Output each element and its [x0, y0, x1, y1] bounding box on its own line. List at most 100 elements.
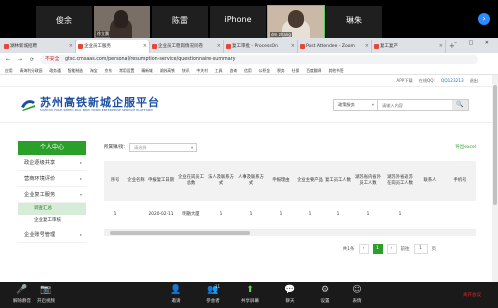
bookmark-item[interactable]: 工具: [215, 66, 223, 74]
window-controls[interactable]: – □ ✕: [454, 40, 494, 46]
control-label: 开启视频: [37, 299, 55, 304]
tab-title: 复工审批 - ProcessOn: [232, 44, 278, 49]
security-warning[interactable]: 不安全: [45, 57, 59, 62]
scrollbar-thumb[interactable]: [110, 230, 250, 235]
chevron-down-icon: ▾: [79, 192, 82, 197]
next-participants-button[interactable]: ›: [478, 13, 490, 25]
tab-title: Post Attendee - Zoom: [306, 44, 355, 49]
prev-page-button[interactable]: ‹: [358, 243, 369, 254]
share-screen-button[interactable]: ⬆ 共享屏幕: [230, 285, 270, 304]
table-horizontal-scrollbar[interactable]: [104, 229, 476, 236]
bookmark-item[interactable]: 湖苏高铁: [160, 66, 175, 74]
participant-tile[interactable]: 琳朱: [326, 6, 382, 38]
tab-title: 复工复产: [380, 44, 398, 49]
reload-icon[interactable]: ⟳: [28, 57, 36, 63]
platform-logo-icon: [21, 100, 35, 111]
bookmark-item[interactable]: 公积金: [259, 66, 270, 74]
sidebar-item-label: 企业账号管理: [24, 232, 56, 238]
video-person-head: [288, 10, 304, 28]
app-download-link[interactable]: APP下载: [396, 78, 412, 84]
participant-label: 徐立晨: [96, 31, 110, 37]
sidebar-subitem[interactable]: 企业复工审核: [18, 215, 86, 227]
address-bar[interactable]: 不安全 gtsc.cmsaas.com/personal/resumption-…: [40, 55, 478, 64]
bookmark-item[interactable]: 政务通: [49, 66, 60, 74]
bookmark-item[interactable]: 常用设置: [119, 66, 134, 74]
tab-strip: 湖林新城招聘 × 企业员工服务 × 企业员工稳岗情况问卷 × 复工审批 - Proce…: [0, 38, 498, 53]
chat-button[interactable]: 💬 聊天: [270, 285, 310, 304]
bookmark-item[interactable]: 咨询: [229, 66, 237, 74]
goto-label: 前往: [400, 246, 410, 252]
next-page-button[interactable]: ›: [386, 243, 397, 254]
table-cell: 1: [296, 201, 324, 230]
participant-name: 俊余: [56, 16, 72, 25]
close-tab-icon[interactable]: ×: [217, 40, 221, 53]
bookmarks-bar: 应用 青海利分政园 政务通 智能制造 淘宝 京东 常用设置 精新城 湖苏高铁 快…: [0, 66, 498, 75]
forward-icon[interactable]: →: [16, 57, 24, 63]
table-cell: [126, 201, 146, 230]
bookmark-item[interactable]: 中关村: [197, 66, 208, 74]
table-cell: 1: [384, 201, 416, 230]
leave-meeting-button[interactable]: 离开会议: [452, 292, 492, 298]
browser-tab[interactable]: 复工复产 ×: [372, 40, 446, 53]
participant-tile[interactable]: 俊余: [36, 6, 92, 38]
town-select[interactable]: 请选择: [129, 142, 198, 152]
start-video-button[interactable]: 📷 开启视频: [26, 285, 66, 304]
back-icon[interactable]: ←: [4, 57, 12, 63]
reactions-button[interactable]: ☺ 表情: [337, 285, 377, 304]
column-header: 企业主要产品: [296, 161, 324, 201]
participants-button[interactable]: 👥 11 参会者: [193, 284, 233, 304]
sidebar-header[interactable]: 个人中心: [18, 141, 86, 155]
browser-tab[interactable]: Post Attendee - Zoom ×: [298, 40, 372, 53]
scrollbar-thumb[interactable]: [493, 85, 497, 205]
column-header: 联系人: [416, 161, 444, 201]
participant-name: 陈雷: [172, 16, 188, 25]
qq-link[interactable]: QQ123213: [441, 78, 464, 83]
column-header: 复工员工人数: [324, 161, 352, 201]
page-vertical-scrollbar[interactable]: [492, 75, 498, 282]
current-page-button[interactable]: 1: [372, 243, 383, 254]
search-input[interactable]: [378, 100, 452, 110]
bookmark-item[interactable]: 税务: [277, 66, 285, 74]
search-icon[interactable]: 🔍: [452, 100, 468, 110]
table-cell: 1: [352, 201, 384, 230]
participant-tile[interactable]: 陈雷: [152, 6, 208, 38]
bookmark-item[interactable]: 百度翻译: [306, 66, 321, 74]
bookmark-item[interactable]: 其他书签: [328, 66, 343, 74]
bookmark-item[interactable]: 快讯: [182, 66, 190, 74]
table-cell: 1: [324, 201, 352, 230]
bookmark-item[interactable]: 社保: [292, 66, 300, 74]
participant-name: 琳朱: [346, 16, 362, 25]
search-category-select[interactable]: 政策服务: [334, 100, 378, 110]
close-tab-icon[interactable]: ×: [143, 40, 147, 53]
participant-tile-video-active[interactable]: dm zhang: [267, 5, 325, 39]
bookmark-item[interactable]: 淘宝: [90, 66, 98, 74]
sidebar-item[interactable]: 营商环境评价 ▸: [18, 171, 86, 187]
logout-link[interactable]: 退出: [470, 78, 478, 84]
browser-tab[interactable]: 企业员工稳岗情况问卷 ×: [150, 40, 224, 53]
bookmark-item[interactable]: 京东: [105, 66, 113, 74]
bookmark-item[interactable]: 精新城: [141, 66, 152, 74]
participant-tile-video[interactable]: 徐立晨: [94, 6, 150, 38]
browser-tab-active[interactable]: 企业员工服务 ×: [76, 40, 150, 53]
bookmark-item[interactable]: 信用: [244, 66, 252, 74]
invite-button[interactable]: 👤 邀请: [156, 285, 196, 304]
export-excel-link[interactable]: 导出excel: [455, 144, 476, 150]
table-row[interactable]: 1 2020-02-11 明融大厦 1 1 1 1 1 1 1: [104, 201, 476, 230]
close-tab-icon[interactable]: ×: [439, 40, 443, 53]
bookmark-item[interactable]: 青海利分政园: [20, 66, 43, 74]
goto-page-input[interactable]: 1: [413, 243, 428, 254]
sidebar-item-expanded[interactable]: 企业复工服务 ▾: [18, 187, 86, 203]
qq-label: 在线QQ:: [418, 77, 436, 83]
participant-tile[interactable]: iPhone: [210, 6, 266, 38]
close-tab-icon[interactable]: ×: [69, 40, 73, 53]
sidebar-item[interactable]: 政企逐级共享 ▸: [18, 155, 86, 171]
bookmark-item[interactable]: 智能制造: [68, 66, 83, 74]
browser-tab[interactable]: 湖林新城招聘 ×: [2, 40, 76, 53]
browser-tab[interactable]: 复工审批 - ProcessOn ×: [224, 40, 298, 53]
sidebar-item[interactable]: 企业账号管理 ▸: [18, 227, 86, 243]
sidebar-subitem-active[interactable]: 调查汇总: [18, 203, 86, 215]
smiley-icon: ☺: [352, 285, 362, 295]
bookmark-item[interactable]: 应用: [5, 66, 13, 74]
close-tab-icon[interactable]: ×: [365, 40, 369, 53]
close-tab-icon[interactable]: ×: [291, 40, 295, 53]
